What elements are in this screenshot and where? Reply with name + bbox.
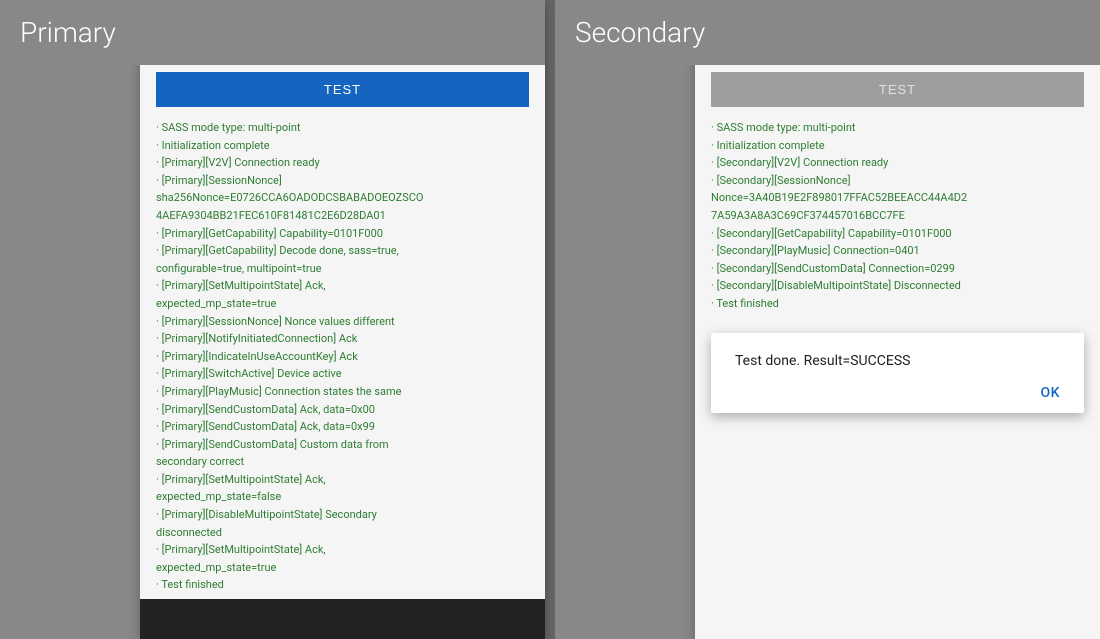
left-panel-title: Primary: [20, 16, 116, 49]
right-panel: Secondary ✕ Message Stream Verification …: [555, 0, 1100, 639]
left-panel: Primary ✕ Message Stream Verification TE…: [0, 0, 545, 639]
right-test-button: TEST: [711, 72, 1084, 107]
right-dialog-body: TEST · SASS mode type: multi-point · Ini…: [695, 56, 1100, 639]
right-dialog-card: ✕ Message Stream Verification TEST · SAS…: [695, 0, 1100, 639]
right-log-area: · SASS mode type: multi-point · Initiali…: [711, 119, 1084, 313]
left-test-button[interactable]: TEST: [156, 72, 529, 107]
left-panel-label: Primary: [0, 0, 545, 65]
right-panel-title: Secondary: [575, 16, 705, 49]
result-text: Test done. Result=SUCCESS: [735, 353, 1060, 369]
left-log-area: · SASS mode type: multi-point · Initiali…: [156, 119, 529, 594]
left-dialog-body: TEST · SASS mode type: multi-point · Ini…: [140, 56, 545, 599]
right-panel-label: Secondary: [555, 0, 1100, 65]
result-ok-button[interactable]: OK: [735, 385, 1060, 401]
left-bottom-bar: [140, 599, 545, 639]
panel-divider: [545, 0, 555, 639]
left-dialog-card: ✕ Message Stream Verification TEST · SAS…: [140, 0, 545, 639]
result-dialog: Test done. Result=SUCCESS OK: [711, 333, 1084, 413]
